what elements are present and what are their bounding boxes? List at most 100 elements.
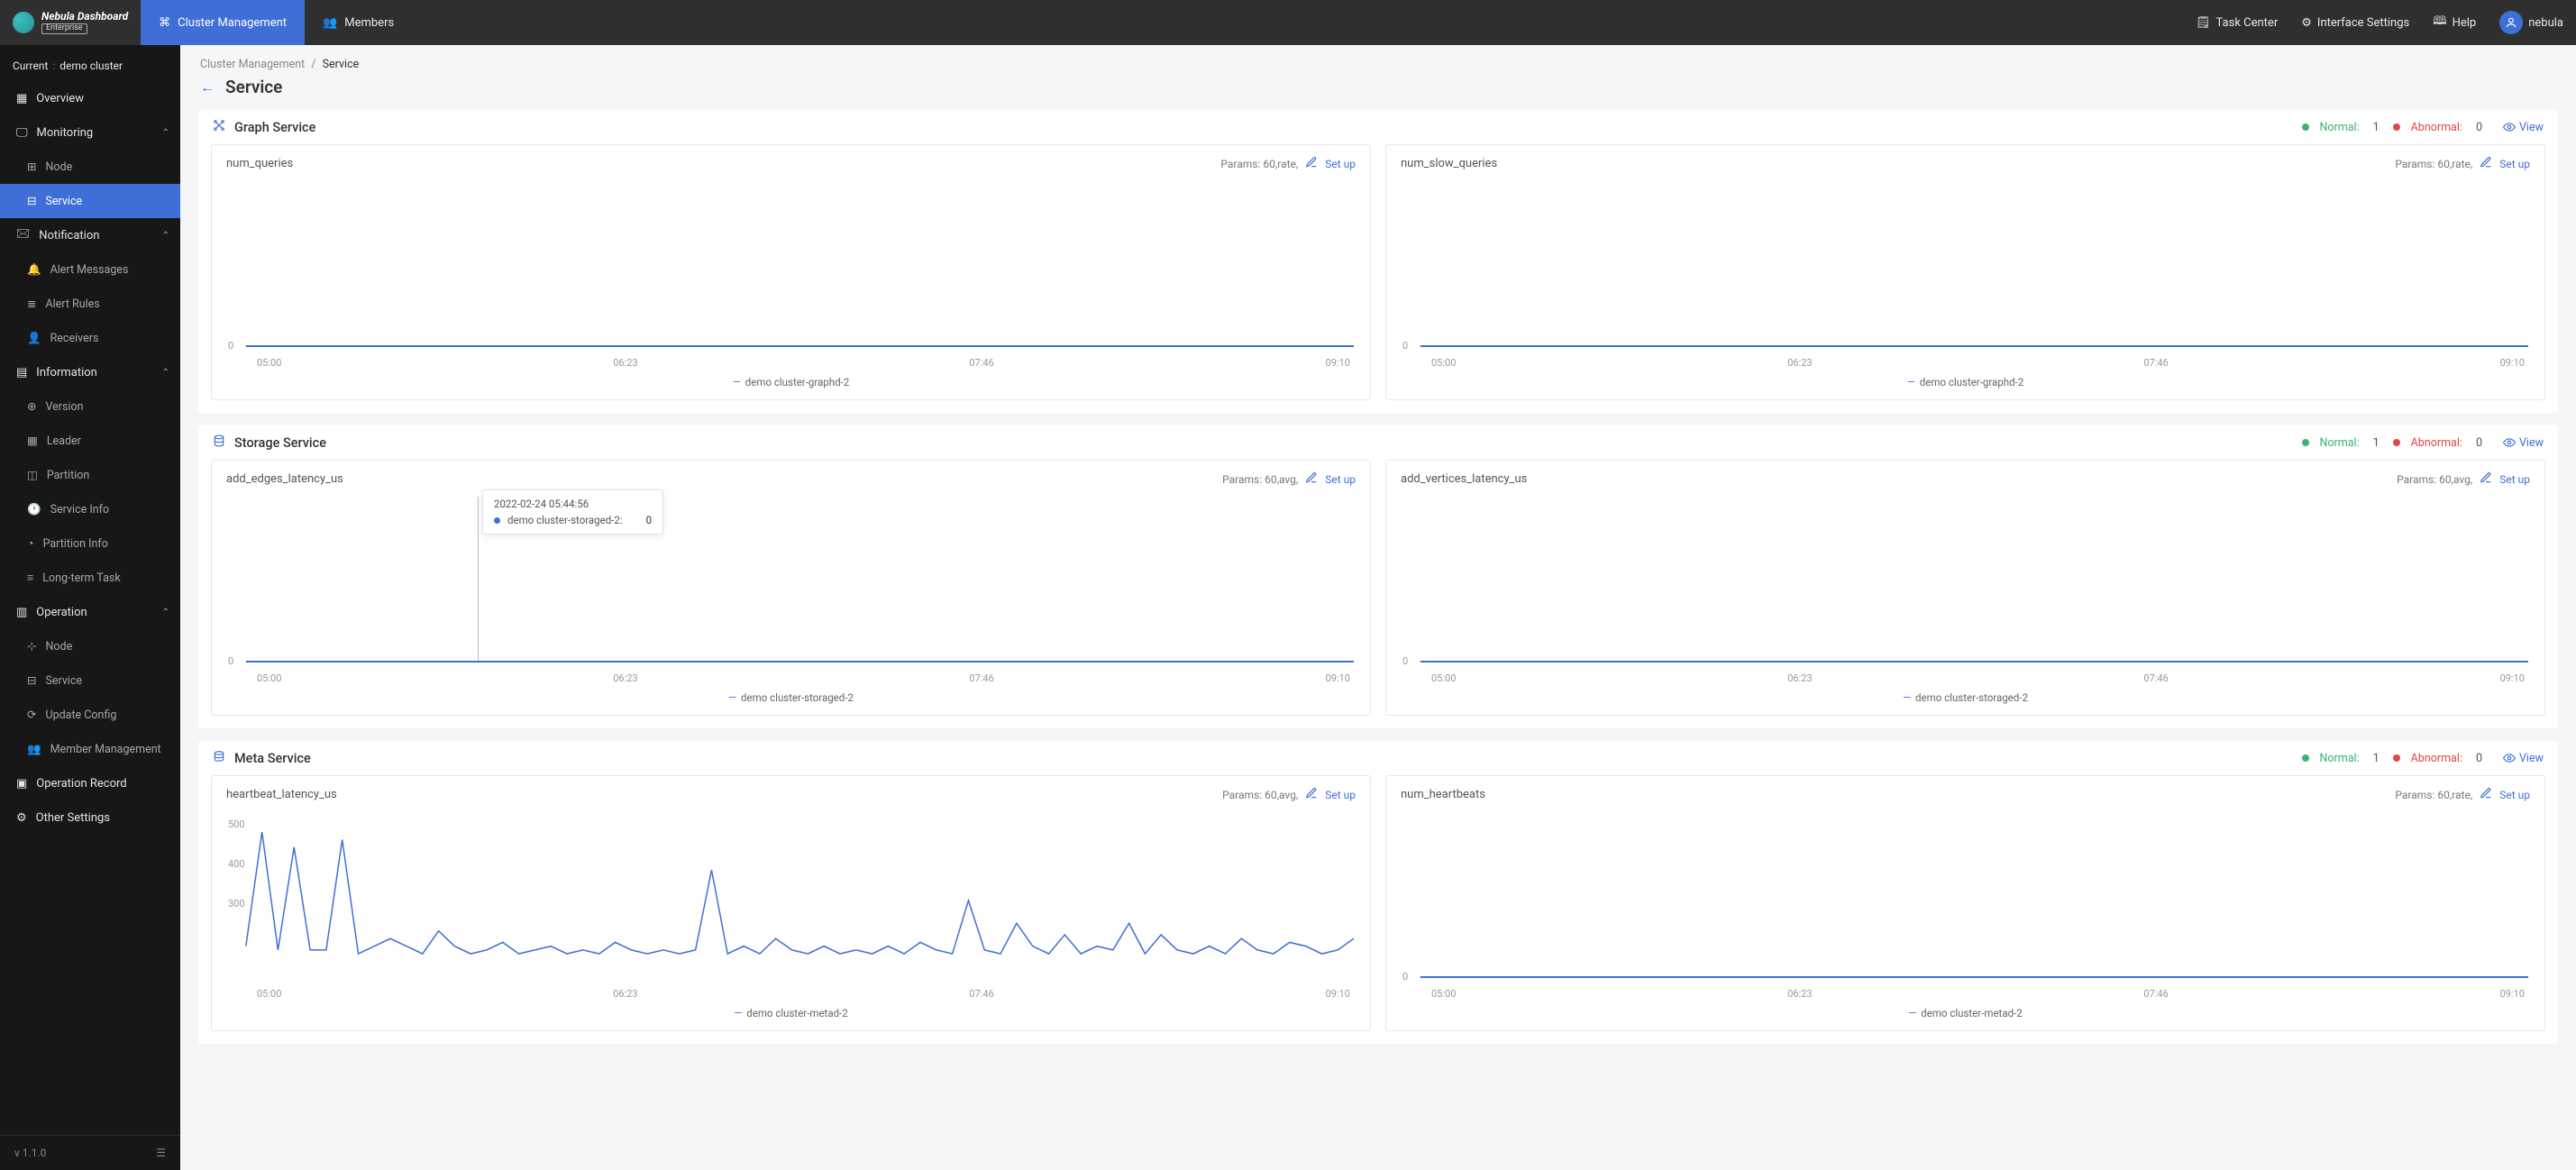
sidebar-service-info[interactable]: 🕐Service Info <box>0 492 180 526</box>
task-center-button[interactable]: 🗒 Task Center <box>2196 16 2278 30</box>
alert-icon: 🔔 <box>27 263 41 277</box>
sidebar: Current : demo cluster ▦Overview 🖵Monito… <box>0 45 180 1170</box>
back-arrow-icon[interactable]: ← <box>200 78 215 96</box>
x-tick: 06:23 <box>1787 672 1812 684</box>
task-center-label: Task Center <box>2216 16 2279 30</box>
sidebar-partition[interactable]: ◫Partition <box>0 458 180 492</box>
x-tick: 05:00 <box>257 672 281 684</box>
setup-link[interactable]: Set up <box>1325 473 1356 486</box>
y-tick: 500 <box>228 818 245 830</box>
sidebar-monitoring-service[interactable]: ⊟ Service <box>0 184 180 218</box>
y-tick: 0 <box>228 340 233 352</box>
graph-service-icon <box>213 119 225 135</box>
sidebar-operation-service[interactable]: ⊟Service <box>0 663 180 698</box>
service-section-graph: Graph Service Normal: 1 Abnormal: 0 View… <box>198 110 2558 413</box>
chevron-up-icon: ⌃ <box>162 128 169 138</box>
status-normal-label: Normal: <box>2320 436 2360 450</box>
sidebar-operation[interactable]: ▥Operation⌃ <box>0 595 180 629</box>
user-name: nebula <box>2528 16 2563 30</box>
edit-icon[interactable] <box>1305 787 1318 802</box>
sidebar-notification[interactable]: 🖂Notification⌃ <box>0 218 180 252</box>
sidebar-member-management[interactable]: 👥Member Management <box>0 732 180 766</box>
chart-title: num_heartbeats <box>1401 788 1485 801</box>
x-tick: 05:00 <box>1431 672 1456 684</box>
sidebar-monitoring[interactable]: 🖵Monitoring⌃ <box>0 115 180 150</box>
chart-params: Params: 60,avg, <box>1222 473 1298 486</box>
sidebar-other-settings[interactable]: ⚙Other Settings <box>0 800 180 835</box>
sidebar-item-label: Update Config <box>45 708 116 722</box>
service-section-meta: Meta Service Normal: 1 Abnormal: 0 View … <box>198 741 2558 1044</box>
config-icon: ⟳ <box>27 708 36 722</box>
interface-settings-label: Interface Settings <box>2317 16 2409 30</box>
nav-members[interactable]: 👥 Members <box>305 0 412 45</box>
sidebar-operation-record[interactable]: ▣Operation Record <box>0 766 180 800</box>
sidebar-item-label: Partition <box>47 469 89 482</box>
sidebar-item-label: Service <box>45 195 82 208</box>
edit-icon[interactable] <box>1305 471 1318 487</box>
breadcrumb-item[interactable]: Cluster Management <box>200 58 305 71</box>
sidebar-information[interactable]: ▤Information⌃ <box>0 355 180 389</box>
nav-cluster-management[interactable]: ⌘ Cluster Management <box>141 0 305 45</box>
storage-service-icon <box>213 434 225 451</box>
task-icon: 🗒 <box>2196 16 2211 30</box>
chart-card: add_vertices_latency_us Params: 60,avg, … <box>1385 460 2545 716</box>
x-tick: 05:00 <box>257 988 281 1000</box>
sidebar-item-label: Version <box>45 400 83 414</box>
view-label: View <box>2519 121 2544 134</box>
collapse-sidebar-icon[interactable]: ☰ <box>156 1147 166 1159</box>
edit-icon[interactable] <box>2480 156 2492 171</box>
edit-icon[interactable] <box>2480 471 2492 487</box>
sidebar-update-config[interactable]: ⟳ Update Config <box>0 698 180 732</box>
brand-name: Nebula Dashboard <box>41 11 128 23</box>
sidebar-item-label: Node <box>45 160 72 174</box>
edit-icon[interactable] <box>2480 787 2492 802</box>
setup-link[interactable]: Set up <box>2499 473 2530 486</box>
sidebar-item-label: Node <box>45 640 72 654</box>
version-icon: ⊕ <box>27 399 36 414</box>
status-abnormal-label: Abnormal: <box>2411 436 2462 450</box>
sidebar-partition-info[interactable]: ◔Partition Info <box>0 526 180 561</box>
chart-card: num_slow_queries Params: 60,rate, Set up… <box>1385 144 2545 400</box>
setup-link[interactable]: Set up <box>2499 158 2530 170</box>
info-icon: ▤ <box>16 366 27 379</box>
x-tick: 06:23 <box>613 357 637 369</box>
setup-link[interactable]: Set up <box>2499 789 2530 801</box>
status-abnormal-label: Abnormal: <box>2411 752 2462 765</box>
app-version: v 1.1.0 <box>14 1147 46 1159</box>
chart-params: Params: 60,rate, <box>1220 158 1298 170</box>
user-menu[interactable]: nebula <box>2499 11 2563 34</box>
sidebar-receivers[interactable]: 👤Receivers <box>0 321 180 355</box>
tooltip-dot-icon <box>494 517 500 524</box>
sidebar-leader[interactable]: ▦Leader <box>0 424 180 458</box>
sidebar-long-term-task[interactable]: ≡Long-term Task <box>0 561 180 595</box>
view-link[interactable]: View <box>2503 121 2544 134</box>
sidebar-alert-messages[interactable]: 🔔Alert Messages <box>0 252 180 287</box>
chart-params: Params: 60,avg, <box>1222 789 1298 801</box>
sidebar-monitoring-node[interactable]: ⊞Node <box>0 150 180 184</box>
help-button[interactable]: 🕮 Help <box>2433 13 2476 32</box>
status-dot-normal <box>2302 123 2309 131</box>
dashboard-icon: ▦ <box>16 92 27 105</box>
current-value: demo cluster <box>59 59 123 72</box>
sidebar-overview[interactable]: ▦ Overview <box>0 81 180 115</box>
edit-icon[interactable] <box>1305 156 1318 171</box>
status-dot-abnormal <box>2393 123 2400 131</box>
sidebar-alert-rules[interactable]: ≣Alert Rules <box>0 287 180 321</box>
status-dot-normal <box>2302 439 2309 446</box>
service-icon: ⊟ <box>27 194 36 208</box>
sidebar-version[interactable]: ⊕ Version <box>0 389 180 424</box>
eye-icon <box>2503 121 2516 133</box>
help-icon: 🕮 <box>2433 13 2446 32</box>
legend-label: demo cluster-storaged-2 <box>741 691 854 704</box>
interface-settings-button[interactable]: ⚙ Interface Settings <box>2301 16 2409 30</box>
sidebar-operation-node[interactable]: ⊹Node <box>0 629 180 663</box>
view-link[interactable]: View <box>2503 752 2544 765</box>
y-tick: 300 <box>228 898 245 909</box>
sidebar-item-label: Overview <box>36 92 84 105</box>
setup-link[interactable]: Set up <box>1325 789 1356 801</box>
status-dot-abnormal <box>2393 439 2400 446</box>
nav-label: Cluster Management <box>178 16 287 30</box>
network-icon: ⌘ <box>159 16 170 30</box>
view-link[interactable]: View <box>2503 436 2544 450</box>
setup-link[interactable]: Set up <box>1325 158 1356 170</box>
